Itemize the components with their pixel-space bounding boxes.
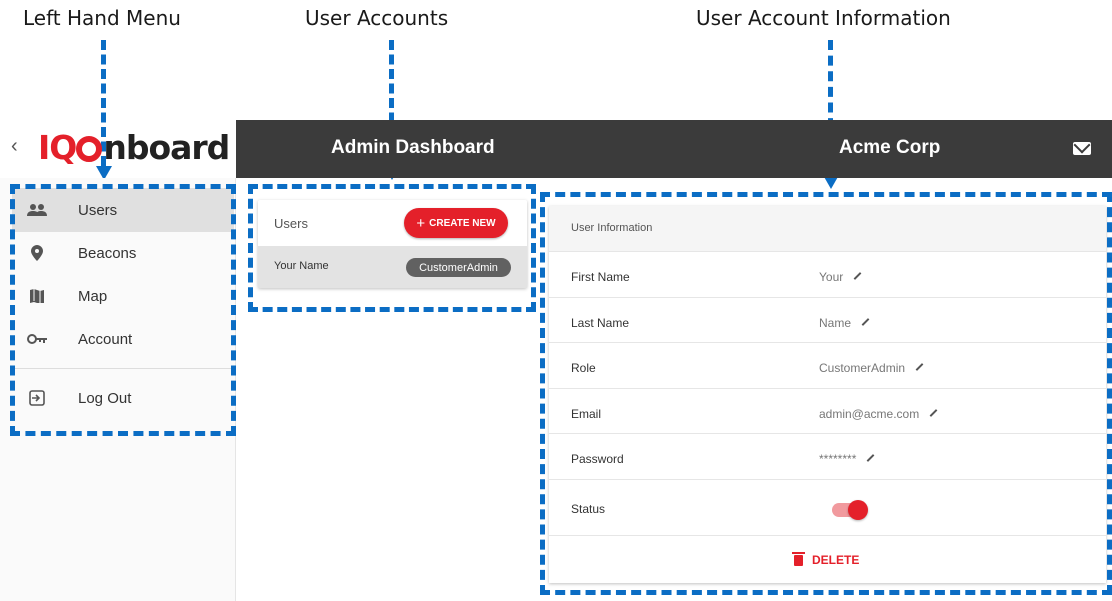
field-value-text: Name xyxy=(819,316,852,330)
annotation-label-left-menu: Left Hand Menu xyxy=(23,6,181,30)
iqonboard-logo: IQ nboard xyxy=(38,127,230,167)
user-information-card: User Information First Name Your Last Na… xyxy=(549,206,1106,583)
left-hand-menu: Users Beacons Map Account Log Out xyxy=(0,178,236,601)
create-new-label: CREATE NEW xyxy=(429,217,496,229)
logo-prefix: IQ xyxy=(38,127,77,167)
sidebar-divider xyxy=(12,368,232,369)
user-row-name: Your Name xyxy=(274,260,329,272)
user-row[interactable]: Your Name CustomerAdmin xyxy=(258,246,527,288)
field-value[interactable]: admin@acme.com xyxy=(819,407,938,421)
map-icon xyxy=(26,289,48,303)
user-accounts-header: Users + CREATE NEW xyxy=(258,200,527,246)
trash-icon xyxy=(792,551,805,566)
field-value[interactable]: ******** xyxy=(819,452,875,466)
info-row-status: Status xyxy=(549,479,1106,535)
logo-ring xyxy=(76,136,103,162)
plus-icon: + xyxy=(416,214,426,232)
sidebar-item-label: Map xyxy=(78,287,108,305)
people-icon xyxy=(26,204,48,216)
sidebar-item-logout[interactable]: Log Out xyxy=(12,376,234,420)
info-row-role: Role CustomerAdmin xyxy=(549,342,1106,388)
user-information-header: User Information xyxy=(549,206,1106,251)
exit-icon xyxy=(26,390,48,406)
info-row-first-name: First Name Your xyxy=(549,251,1106,297)
user-information-heading: User Information xyxy=(571,222,653,234)
location-pin-icon xyxy=(26,245,48,261)
field-label: Last Name xyxy=(571,316,630,330)
field-label: Password xyxy=(571,452,624,466)
pencil-icon[interactable] xyxy=(853,271,862,280)
role-chip: CustomerAdmin xyxy=(406,258,511,277)
pencil-icon[interactable] xyxy=(915,362,924,371)
delete-button[interactable]: DELETE xyxy=(792,551,860,567)
annotation-label-user-info: User Account Information xyxy=(696,6,951,30)
field-value-text: ******** xyxy=(819,452,857,466)
sidebar-item-label: Log Out xyxy=(78,389,132,407)
sidebar-item-map[interactable]: Map xyxy=(12,274,234,318)
pencil-icon[interactable] xyxy=(861,317,870,326)
page-title: Admin Dashboard xyxy=(331,137,495,158)
status-toggle[interactable] xyxy=(832,500,868,520)
info-row-password: Password ******** xyxy=(549,433,1106,479)
field-value[interactable]: Name xyxy=(819,316,870,330)
top-app-bar: Admin Dashboard Acme Corp xyxy=(236,120,1112,178)
pencil-icon[interactable] xyxy=(866,453,875,462)
field-value-text: CustomerAdmin xyxy=(819,361,906,375)
toggle-knob xyxy=(848,500,868,520)
info-row-email: Email admin@acme.com xyxy=(549,388,1106,433)
logo-suffix: nboard xyxy=(103,127,230,167)
field-label: Role xyxy=(571,361,596,375)
back-chevron-icon[interactable]: ‹ xyxy=(11,135,18,158)
key-icon xyxy=(26,334,48,344)
sidebar-item-label: Beacons xyxy=(78,244,137,262)
field-value[interactable]: CustomerAdmin xyxy=(819,361,924,375)
mail-icon[interactable] xyxy=(1073,142,1091,155)
field-label: Email xyxy=(571,407,602,421)
field-value-text: admin@acme.com xyxy=(819,407,920,421)
create-new-button[interactable]: + CREATE NEW xyxy=(404,208,508,238)
delete-label: DELETE xyxy=(812,553,860,567)
users-heading: Users xyxy=(274,216,308,231)
field-label: Status xyxy=(571,502,606,516)
field-value[interactable]: Your xyxy=(819,270,862,284)
organization-name: Acme Corp xyxy=(839,137,941,158)
sidebar-item-account[interactable]: Account xyxy=(12,317,234,361)
pencil-icon[interactable] xyxy=(929,408,938,417)
sidebar-item-users[interactable]: Users xyxy=(12,188,234,232)
sidebar-item-label: Account xyxy=(78,330,133,348)
sidebar-item-beacons[interactable]: Beacons xyxy=(12,231,234,275)
field-label: First Name xyxy=(571,270,630,284)
field-value-text: Your xyxy=(819,270,844,284)
annotation-label-user-accounts: User Accounts xyxy=(305,6,449,30)
user-accounts-card: Users + CREATE NEW Your Name CustomerAdm… xyxy=(258,200,527,288)
sidebar-item-label: Users xyxy=(78,201,118,219)
info-row-last-name: Last Name Name xyxy=(549,297,1106,342)
